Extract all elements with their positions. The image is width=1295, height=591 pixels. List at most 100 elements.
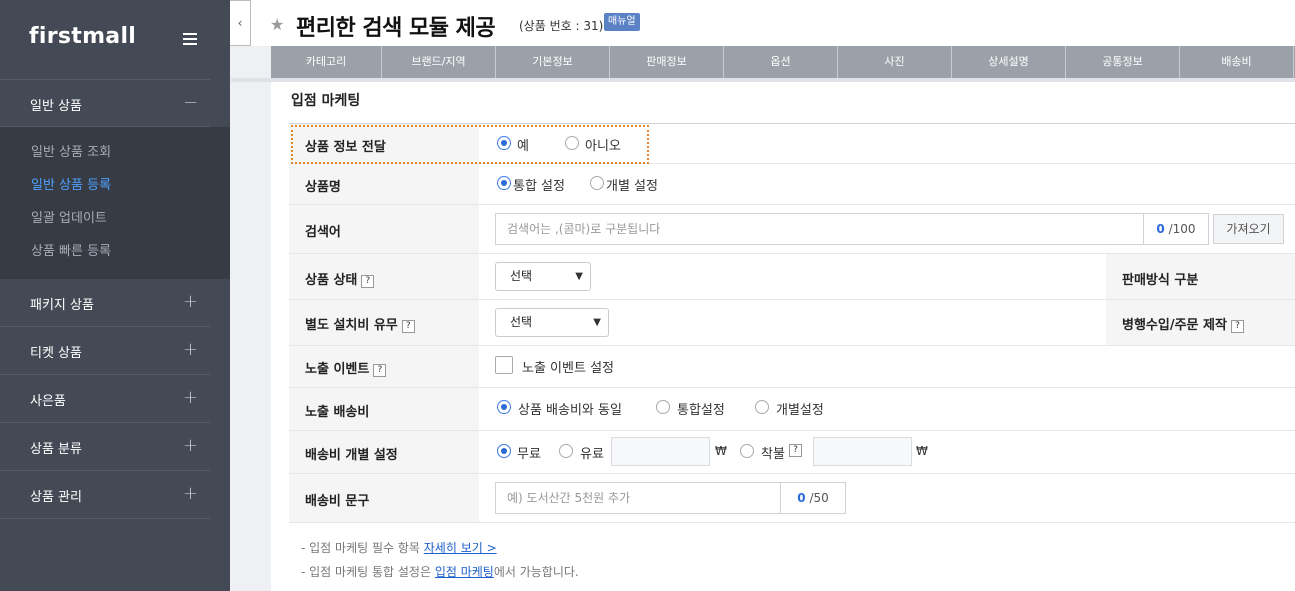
row-shipping-text: 배송비 문구 예) 도서산간 5천원 추가 0 /50 [289, 474, 1295, 523]
row-shipping-individual: 배송비 개별 설정 무료 유료 ₩ 착불 ? ₩ [289, 431, 1295, 474]
sales-type-label: 판매방식 구분 [1122, 273, 1199, 288]
shipping-individual-radio[interactable] [755, 400, 769, 414]
row-info-transfer: 상품 정보 전달 예 아니오 [289, 124, 1295, 164]
info-transfer-yes-radio[interactable] [497, 136, 511, 150]
tab-photos[interactable]: 사진 [838, 46, 952, 78]
details-link[interactable]: 자세히 보기 > [424, 541, 497, 555]
product-name-unified-radio[interactable] [497, 176, 511, 190]
sidebar-section-ticket[interactable]: 티켓 상품 + [0, 327, 210, 375]
page-title: 편리한 검색 모듈 제공 [296, 16, 496, 41]
install-fee-select[interactable]: 선택 ▼ [495, 308, 609, 337]
row-label: 상품 정보 전달 [305, 140, 386, 155]
product-name-individual-radio[interactable] [590, 176, 604, 190]
manual-button[interactable]: 매뉴얼 [604, 13, 640, 31]
sidebar-section-category[interactable]: 상품 분류 + [0, 423, 210, 471]
shipping-cod-radio[interactable] [740, 444, 754, 458]
main-content: 입점 마케팅 상품 정보 전달 예 아니오 상품명 통합 설정 개별 설정 검색… [271, 82, 1295, 591]
keyword-count: 0 [1156, 222, 1165, 236]
sidebar-section-manage[interactable]: 상품 관리 + [0, 471, 210, 519]
paid-amount-input[interactable] [611, 437, 710, 466]
tab-common-info[interactable]: 공통정보 [1066, 46, 1180, 78]
row-label: 배송비 개별 설정 [305, 448, 398, 463]
expand-icon: + [183, 291, 199, 312]
logo[interactable]: firstmall [29, 24, 136, 49]
collapse-sidebar-button[interactable]: ‹ [230, 0, 251, 46]
keyword-max: /100 [1168, 222, 1196, 236]
row-status: 상품 상태? 선택 ▼ 판매방식 구분 [289, 254, 1295, 300]
shipping-text-max: /50 [809, 491, 829, 505]
shipping-text-input[interactable]: 예) 도서산간 5천원 추가 [495, 482, 781, 514]
row-label: 검색어 [305, 225, 341, 240]
help-icon[interactable]: ? [401, 320, 415, 333]
tab-basic-info[interactable]: 기본정보 [496, 46, 610, 78]
tab-shipping[interactable]: 배송비 [1180, 46, 1294, 78]
section-title: 입점 마케팅 [291, 93, 361, 109]
row-label: 별도 설치비 유무? [305, 314, 415, 333]
help-icon[interactable]: ? [361, 275, 375, 288]
sidebar-section-general[interactable]: 일반 상품 − [0, 80, 210, 127]
row-product-name: 상품명 통합 설정 개별 설정 [289, 164, 1295, 205]
keyword-input[interactable]: 검색어는 ,(콤마)로 구분됩니다 [495, 213, 1144, 245]
product-number: (상품 번호 : 31) [519, 19, 604, 33]
row-label: 노출 배송비 [305, 405, 370, 420]
help-icon[interactable]: ? [1230, 320, 1244, 333]
shipping-unified-radio[interactable] [656, 400, 670, 414]
parallel-import-label: 병행수입/주문 제작? [1122, 314, 1244, 333]
shipping-paid-radio[interactable] [559, 444, 573, 458]
tab-description[interactable]: 상세설명 [952, 46, 1066, 78]
sidebar-section-label: 일반 상품 [30, 99, 82, 114]
radio-label: 착불 [761, 447, 785, 462]
event-checkbox[interactable] [495, 356, 513, 374]
note-line-2: - 입점 마케팅 통합 설정은 입점 마케팅에서 가능합니다. [301, 565, 579, 579]
checkbox-label: 노출 이벤트 설정 [522, 361, 614, 376]
shipping-same-radio[interactable] [497, 400, 511, 414]
row-label: 상품 상태? [305, 269, 375, 288]
status-select[interactable]: 선택 ▼ [495, 262, 591, 291]
menu-icon[interactable] [183, 33, 197, 45]
star-icon[interactable]: ★ [270, 15, 284, 34]
fetch-button[interactable]: 가져오기 [1213, 214, 1284, 244]
help-icon[interactable]: ? [373, 364, 387, 377]
sidebar-section-label: 패키지 상품 [30, 298, 94, 313]
page-header: ★ 편리한 검색 모듈 제공 (상품 번호 : 31) 매뉴얼 [251, 0, 1295, 46]
notes: - 입점 마케팅 필수 항목 자세히 보기 > - 입점 마케팅 통합 설정은 … [301, 536, 579, 584]
shipping-free-radio[interactable] [497, 444, 511, 458]
radio-label: 개별설정 [776, 403, 824, 418]
chevron-down-icon: ▼ [575, 271, 583, 282]
sidebar-section-label: 티켓 상품 [30, 346, 82, 361]
expand-icon: + [183, 339, 199, 360]
sidebar-section-gift[interactable]: 사은품 + [0, 375, 210, 423]
info-transfer-no-radio[interactable] [565, 136, 579, 150]
sidebar-item-bulk-update[interactable]: 일괄 업데이트 [0, 208, 230, 241]
cod-amount-input[interactable] [813, 437, 912, 466]
expand-icon: + [183, 483, 199, 504]
tab-sales-info[interactable]: 판매정보 [610, 46, 724, 78]
radio-label: 개별 설정 [606, 179, 658, 194]
radio-label: 통합설정 [677, 403, 725, 418]
tab-options[interactable]: 옵션 [724, 46, 838, 78]
tab-bar: 카테고리 브랜드/지역 기본정보 판매정보 옵션 사진 상세설명 공통정보 배송… [271, 46, 1295, 78]
radio-label: 통합 설정 [513, 179, 565, 194]
sidebar-section-package[interactable]: 패키지 상품 + [0, 279, 210, 327]
sidebar-item-quick-register[interactable]: 상품 빠른 등록 [0, 241, 230, 274]
keyword-counter: 0 /100 [1143, 213, 1209, 245]
sidebar: firstmall 일반 상품 − 일반 상품 조회 일반 상품 등록 일괄 업… [0, 0, 230, 591]
radio-label: 무료 [517, 447, 541, 462]
row-label: 노출 이벤트? [305, 358, 387, 377]
help-icon[interactable]: ? [789, 444, 802, 457]
chevron-down-icon: ▼ [593, 317, 601, 328]
note-line-1: - 입점 마케팅 필수 항목 자세히 보기 > [301, 541, 497, 555]
sales-type-header: 판매방식 구분 [1106, 254, 1295, 299]
sidebar-section-label: 사은품 [30, 394, 66, 409]
row-event: 노출 이벤트? 노출 이벤트 설정 [289, 346, 1295, 388]
shipping-text-count: 0 [797, 491, 806, 505]
sidebar-item-list[interactable]: 일반 상품 조회 [0, 142, 230, 175]
sidebar-item-register[interactable]: 일반 상품 등록 [0, 175, 230, 208]
tab-brand[interactable]: 브랜드/지역 [382, 46, 496, 78]
won-unit: ₩ [715, 444, 727, 458]
row-label: 배송비 문구 [305, 494, 370, 509]
tab-category[interactable]: 카테고리 [271, 46, 382, 78]
marketing-link[interactable]: 입점 마케팅 [435, 565, 494, 579]
radio-label: 아니오 [585, 139, 621, 154]
row-shipping: 노출 배송비 상품 배송비와 동일 통합설정 개별설정 [289, 388, 1295, 431]
